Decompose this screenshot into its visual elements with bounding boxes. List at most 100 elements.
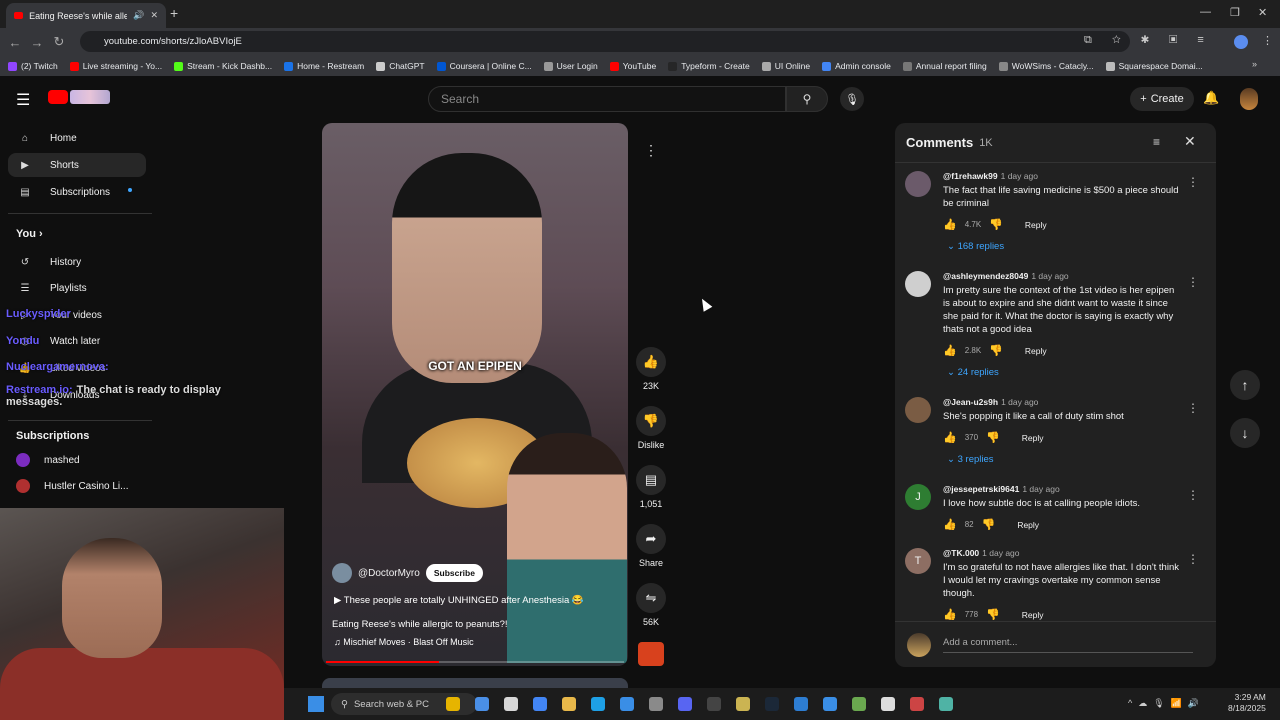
comment-author[interactable]: @f1rehawk99 — [943, 171, 998, 181]
app-icon[interactable] — [881, 697, 895, 711]
tab-close-icon[interactable]: ✕ — [150, 10, 158, 21]
bookmark-item[interactable]: Typeform - Create — [668, 61, 750, 71]
widgets-icon[interactable] — [446, 697, 460, 711]
you-section-header[interactable]: You › — [16, 228, 43, 240]
epic-games-icon[interactable] — [707, 697, 721, 711]
hamburger-menu-icon[interactable]: ☰ — [16, 90, 30, 110]
bookmarks-overflow-icon[interactable]: » — [1252, 59, 1257, 69]
bookmark-item[interactable]: Coursera | Online C... — [436, 61, 532, 71]
bookmark-item[interactable]: UI Online — [761, 61, 810, 71]
subscription-item[interactable]: Hustler Casino Li... — [16, 476, 128, 496]
thumbs-up-icon[interactable]: 👍 — [943, 218, 957, 231]
bookmark-item[interactable]: User Login — [543, 61, 598, 71]
back-icon[interactable]: ← — [4, 35, 26, 50]
thumbs-up-icon[interactable]: 👍 — [943, 608, 957, 621]
bookmark-star-icon[interactable]: ☆ — [1112, 34, 1141, 46]
channel-avatar[interactable] — [332, 563, 352, 583]
reply-button[interactable]: Reply — [1022, 610, 1044, 620]
subscription-item[interactable]: mashed — [16, 450, 80, 470]
comment-more-icon[interactable]: ⋮ — [1187, 488, 1199, 502]
sidebar-item-home[interactable]: ⌂ Home — [8, 126, 146, 150]
add-comment-input[interactable]: Add a comment... — [943, 637, 1193, 653]
extensions-icon[interactable]: ✱ — [1141, 34, 1169, 46]
thumbs-down-icon[interactable]: 👎 — [989, 218, 1003, 231]
view-replies-button[interactable]: ⌄ 24 replies — [943, 367, 1183, 378]
speaker-icon[interactable]: 🔊 — [133, 10, 144, 21]
bookmark-item[interactable]: ChatGPT — [376, 61, 425, 71]
store-icon[interactable] — [620, 697, 634, 711]
commenter-avatar[interactable] — [905, 397, 931, 423]
commenter-avatar[interactable]: J — [905, 484, 931, 510]
video-description[interactable]: Eating Reese's while allergic to peanuts… — [332, 619, 508, 630]
close-icon[interactable]: ✕ — [1184, 133, 1196, 150]
thumbs-up-icon[interactable]: 👍 — [943, 431, 957, 444]
voice-search-button[interactable]: 🎙 — [840, 87, 864, 111]
comments-button[interactable]: ▤ 1,051 — [634, 465, 668, 509]
minimize-icon[interactable]: — — [1200, 6, 1211, 18]
system-tray-icons[interactable]: ^☁🎙📶🔊 — [1128, 698, 1205, 709]
photos-icon[interactable] — [794, 697, 808, 711]
video-more-icon[interactable]: ⋮ — [644, 142, 658, 159]
new-tab-button[interactable]: + — [170, 6, 184, 20]
bookmark-item[interactable]: (2) Twitch — [8, 61, 58, 71]
reply-button[interactable]: Reply — [1017, 520, 1039, 530]
account-avatar[interactable] — [1240, 88, 1258, 110]
taskbar-clock[interactable]: 3:29 AM 8/18/2025 — [1228, 692, 1266, 714]
bookmark-item[interactable]: Stream - Kick Dashb... — [174, 61, 272, 71]
commenter-avatar[interactable]: T — [905, 548, 931, 574]
create-button[interactable]: + Create — [1130, 87, 1194, 111]
view-replies-button[interactable]: ⌄ 3 replies — [943, 454, 1183, 465]
comment-author[interactable]: @jessepetrski9641 — [943, 484, 1019, 494]
notifications-bell-icon[interactable]: 🔔 — [1203, 90, 1219, 106]
browser-tab[interactable]: Eating Reese's while allergi... 🔊 ✕ — [6, 3, 166, 28]
bookmark-item[interactable]: Admin console — [822, 61, 891, 71]
reply-button[interactable]: Reply — [1025, 346, 1047, 356]
settings-icon[interactable] — [649, 697, 663, 711]
audio-thumbnail[interactable] — [638, 642, 664, 666]
bookmark-item[interactable]: Squarespace Domai... — [1105, 61, 1203, 71]
comment-more-icon[interactable]: ⋮ — [1187, 401, 1199, 415]
bookmark-item[interactable]: YouTube — [609, 61, 656, 71]
bookmark-item[interactable]: WoWSims - Catacly... — [998, 61, 1094, 71]
like-button[interactable]: 👍 23K — [634, 347, 668, 391]
video-title-row[interactable]: ▶ These people are totally UNHINGED afte… — [334, 595, 584, 606]
forward-icon[interactable]: → — [26, 35, 48, 50]
commenter-avatar[interactable] — [905, 271, 931, 297]
bookmark-item[interactable]: Annual report filing — [902, 61, 987, 71]
install-icon[interactable]: ⧉ — [1084, 34, 1112, 46]
comment-author[interactable]: @TK.000 — [943, 548, 979, 558]
comment-more-icon[interactable]: ⋮ — [1187, 175, 1199, 189]
reload-icon[interactable]: ↻ — [48, 34, 70, 50]
browser-menu-icon[interactable]: ⋮ — [1262, 34, 1273, 47]
commenter-avatar[interactable] — [905, 171, 931, 197]
search-input[interactable]: Search — [428, 86, 786, 112]
remix-button[interactable]: ⇋ 56K — [634, 583, 668, 627]
thumbs-up-icon[interactable]: 👍 — [943, 344, 957, 357]
share-button[interactable]: ➦ Share — [634, 524, 668, 568]
channel-name[interactable]: @DoctorMyro — [358, 568, 420, 579]
sidebar-item-subscriptions[interactable]: ▤ Subscriptions — [8, 180, 146, 204]
app-icon[interactable] — [939, 697, 953, 711]
file-explorer-icon[interactable] — [562, 697, 576, 711]
thumbs-down-icon[interactable]: 👎 — [982, 518, 996, 531]
sort-icon[interactable]: ≡ — [1153, 135, 1160, 149]
music-row[interactable]: ♫ Mischief Moves · Blast Off Music — [334, 637, 474, 647]
bookmark-item[interactable]: Live streaming - Yo... — [69, 61, 162, 71]
comment-author[interactable]: @ashleymendez8049 — [943, 271, 1028, 281]
previous-short-button[interactable]: ↑ — [1230, 370, 1260, 400]
comment-more-icon[interactable]: ⋮ — [1187, 275, 1199, 289]
subscribe-button[interactable]: Subscribe — [425, 564, 483, 582]
maximize-icon[interactable]: ❐ — [1230, 6, 1240, 19]
reply-button[interactable]: Reply — [1025, 220, 1047, 230]
bookmark-item[interactable]: Home - Restream — [284, 61, 364, 71]
reply-button[interactable]: Reply — [1022, 433, 1044, 443]
thumbs-down-icon[interactable]: 👎 — [989, 344, 1003, 357]
comment-author[interactable]: @Jean-u2s9h — [943, 397, 998, 407]
shorts-video-player[interactable]: GOT AN EPIPEN @DoctorMyro Subscribe ▶ Th… — [322, 123, 628, 666]
notes-icon[interactable] — [852, 697, 866, 711]
youtube-logo[interactable] — [48, 90, 112, 106]
next-short-button[interactable]: ↓ — [1230, 418, 1260, 448]
discord-icon[interactable] — [678, 697, 692, 711]
dislike-button[interactable]: 👎 Dislike — [634, 406, 668, 450]
windows-start-icon[interactable] — [308, 696, 324, 712]
